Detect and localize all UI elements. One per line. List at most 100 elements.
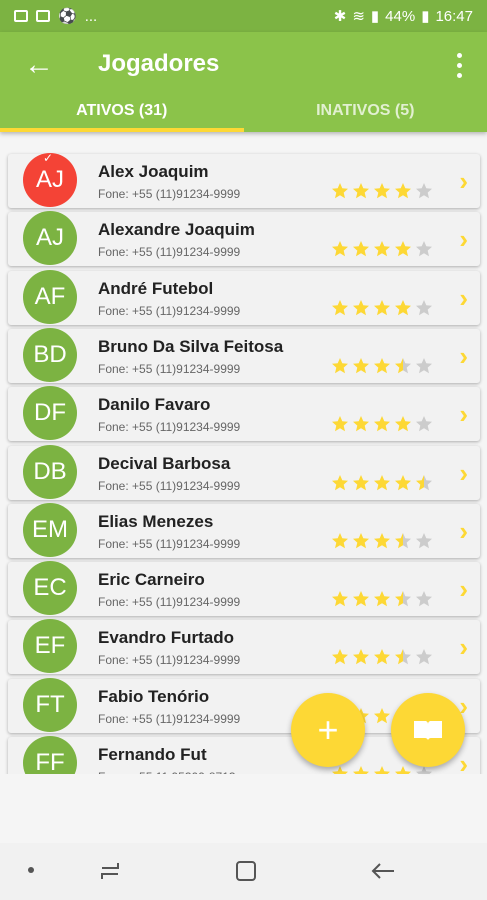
player-rating — [331, 357, 433, 375]
player-name: Bruno Da Silva Feitosa — [98, 336, 284, 356]
star-icon — [395, 299, 411, 315]
soccer-notification-icon: ⚽ — [58, 8, 77, 25]
player-avatar: AJ — [23, 211, 77, 266]
player-phone: Fone: +55 (11)91234-9999 — [98, 478, 241, 493]
player-card[interactable]: DB Decival Barbosa Fone: +55 (11)91234-999… — [8, 444, 480, 500]
overflow-menu-icon[interactable] — [447, 50, 471, 80]
more-notifications: ... — [84, 7, 98, 25]
star-icon — [374, 416, 390, 432]
player-phone: Fone: +55 (11)91234-9999 — [98, 653, 241, 668]
player-phone: Fone: +55 (11)91234-9999 — [98, 187, 241, 201]
player-card[interactable]: AF André Futebol Fone: +55 (11)91234-9999 › — [8, 269, 480, 325]
players-list[interactable]: AJ ✓ Alex Joaquim Fone: +55 (11)91234-9999 ›… — [0, 150, 487, 774]
player-card[interactable]: EC Eric Carneiro Fone: +55 (11)91234-9999 › — [8, 561, 480, 617]
player-phone: Fone: +55 (11)91234-9999 — [98, 361, 241, 376]
star-icon — [353, 241, 369, 257]
tab-inativos-label: INATIVOS (5) — [316, 102, 415, 119]
player-initials: EF — [34, 632, 66, 660]
player-card[interactable]: AJ Alexandre Joaquim Fone: +55 (11)91234-9… — [8, 211, 480, 267]
star-icon — [395, 416, 411, 432]
home-icon[interactable] — [234, 859, 258, 883]
tab-ativos[interactable]: ATIVOS (31) — [0, 90, 244, 132]
player-card[interactable]: EF Evandro Furtado Fone: +55 (11)91234-999… — [8, 619, 480, 675]
active-tab-indicator — [0, 128, 244, 132]
player-initials: DB — [33, 457, 67, 485]
star-icon — [374, 357, 390, 374]
player-rating — [331, 182, 433, 200]
player-rating — [331, 532, 433, 550]
player-card[interactable]: BD Bruno Da Silva Feitosa Fone: +55 (11)91… — [8, 327, 480, 383]
star-icon — [395, 649, 411, 665]
player-rating — [331, 648, 433, 666]
star-icon — [332, 474, 348, 490]
player-avatar: FF — [23, 736, 77, 774]
plus-icon: + — [317, 709, 339, 750]
back-nav-icon[interactable] — [370, 859, 396, 883]
signal-icon: ▮ — [370, 8, 380, 25]
player-card[interactable]: DF Danilo Favaro Fone: +55 (11)91234-9999 › — [8, 386, 480, 442]
player-avatar: AJ ✓ — [23, 151, 77, 207]
star-icon — [416, 241, 432, 257]
star-icon — [353, 357, 369, 374]
star-icon — [353, 183, 369, 199]
player-phone: Fone: +55 (11)91234-9999 — [98, 420, 241, 435]
star-icon — [416, 532, 432, 548]
chevron-right-icon: › — [459, 282, 468, 313]
tab-bar: ATIVOS (31) INATIVOS (5) — [0, 90, 487, 132]
star-icon — [395, 591, 411, 607]
chevron-right-icon: › — [459, 340, 468, 371]
star-icon — [332, 416, 348, 432]
chevron-right-icon: › — [459, 632, 468, 663]
star-icon — [332, 532, 348, 548]
clock: 16:47 — [435, 7, 473, 25]
chevron-right-icon: › — [459, 749, 468, 774]
player-rating — [331, 474, 433, 492]
back-arrow-icon[interactable]: ← — [22, 48, 56, 82]
player-initials: EC — [33, 574, 67, 602]
star-icon — [374, 183, 390, 199]
star-icon — [374, 474, 390, 490]
chevron-right-icon: › — [459, 574, 468, 605]
star-icon — [374, 241, 390, 257]
star-icon — [353, 416, 369, 432]
player-name: Danilo Favaro — [98, 395, 211, 415]
player-initials: FF — [35, 749, 65, 774]
star-icon — [353, 766, 369, 774]
player-avatar: DF — [23, 386, 77, 441]
player-avatar: EC — [23, 561, 77, 616]
star-icon — [416, 649, 432, 665]
recent-apps-icon[interactable] — [98, 860, 122, 882]
book-button[interactable] — [391, 693, 465, 767]
book-icon — [414, 721, 442, 740]
star-icon — [374, 532, 390, 548]
player-card[interactable]: AJ ✓ Alex Joaquim Fone: +55 (11)91234-9999 › — [8, 151, 480, 208]
player-initials: AJ — [35, 224, 64, 252]
bluetooth-icon: ✱ — [333, 8, 347, 25]
star-icon — [332, 591, 348, 607]
status-bar: ⚽ ... ✱ ≋ ▮ 44% ▮ 16:47 — [0, 0, 487, 32]
tab-inativos[interactable]: INATIVOS (5) — [244, 90, 487, 132]
star-icon — [416, 299, 432, 315]
star-icon — [353, 532, 369, 548]
selected-check-icon: ✓ — [43, 151, 54, 165]
player-rating — [331, 415, 433, 433]
star-icon — [332, 299, 348, 315]
player-name: André Futebol — [98, 278, 214, 298]
star-icon — [395, 532, 411, 548]
player-phone: Fone: +55 (11)91234-9999 — [98, 536, 241, 551]
player-phone: Fone: +55 11 95309-8713 — [98, 770, 236, 774]
player-name: Fernando Fut — [98, 745, 207, 764]
image-notification-icon — [14, 10, 28, 22]
add-player-button[interactable]: + — [291, 693, 365, 767]
player-phone: Fone: +55 (11)91234-9999 — [98, 711, 241, 726]
nav-dot-icon[interactable] — [28, 867, 34, 873]
tab-ativos-label: ATIVOS (31) — [76, 102, 168, 119]
chevron-right-icon: › — [459, 515, 468, 546]
star-icon — [416, 416, 432, 432]
player-initials: EM — [32, 515, 68, 543]
player-card[interactable]: EM Elias Menezes Fone: +55 (11)91234-9999 › — [8, 502, 480, 558]
player-avatar: EM — [23, 502, 77, 557]
player-rating — [331, 590, 433, 608]
star-icon — [374, 649, 390, 665]
player-name: Evandro Furtado — [98, 628, 235, 648]
